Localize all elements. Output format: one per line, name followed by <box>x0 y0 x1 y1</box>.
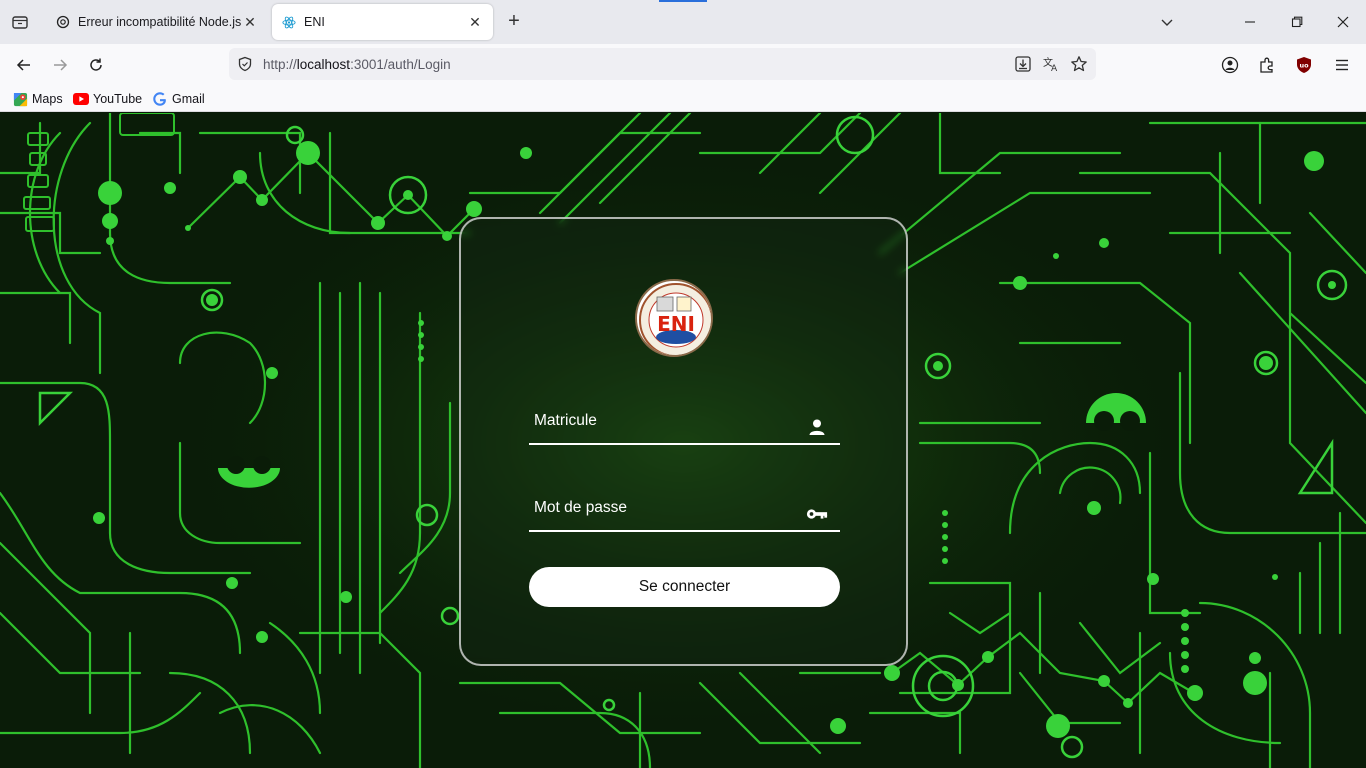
bookmark-label: YouTube <box>93 92 143 106</box>
extensions-button[interactable] <box>1255 53 1279 77</box>
bookmark-gmail[interactable]: Gmail <box>152 90 205 108</box>
react-icon <box>282 15 296 29</box>
login-page: ENI Se connecter <box>0 113 1366 768</box>
back-button[interactable] <box>11 52 37 78</box>
address-bar[interactable]: http://localhost:3001/auth/Login 文A <box>229 48 1096 80</box>
tab-title: Erreur incompatibilité Node.js <box>78 15 242 29</box>
arrow-right-icon <box>54 59 68 71</box>
svg-text:A: A <box>1051 64 1058 73</box>
close-icon <box>1337 16 1349 28</box>
url-scheme: http:// <box>263 57 297 72</box>
navigation-toolbar: http://localhost:3001/auth/Login 文A uo <box>0 44 1366 86</box>
restore-icon <box>1291 16 1303 28</box>
bookmark-star-icon[interactable] <box>1069 54 1089 74</box>
chatgpt-icon <box>56 15 70 29</box>
arrow-left-icon <box>16 59 30 71</box>
se-connecter-button[interactable]: Se connecter <box>529 567 840 607</box>
reload-button[interactable] <box>83 52 109 78</box>
key-icon <box>806 504 828 524</box>
ublock-origin-icon: uo <box>1297 57 1311 73</box>
minimize-icon <box>1245 21 1255 23</box>
logo-text: ENI <box>657 312 695 336</box>
tab-title: ENI <box>304 15 325 29</box>
tab-eni[interactable]: ENI ✕ <box>272 4 493 40</box>
bookmark-youtube[interactable]: YouTube <box>73 90 142 108</box>
account-button[interactable] <box>1218 53 1242 77</box>
url-text[interactable]: http://localhost:3001/auth/Login <box>263 57 451 72</box>
hamburger-menu-icon <box>1336 59 1348 71</box>
tab-erreur-node[interactable]: Erreur incompatibilité Node.js ✕ <box>46 4 268 40</box>
account-icon <box>1221 56 1239 74</box>
login-card: ENI Se connecter <box>459 217 908 666</box>
tab-strip-marker <box>659 0 707 2</box>
eni-logo: ENI <box>635 279 713 357</box>
download-page-icon[interactable] <box>1013 54 1033 74</box>
forward-button[interactable] <box>47 52 73 78</box>
password-input[interactable] <box>529 486 799 530</box>
bookmarks-toolbar: Maps YouTube Gmail <box>0 86 1366 112</box>
youtube-icon <box>73 91 89 107</box>
shield-icon[interactable] <box>235 54 255 74</box>
google-maps-icon <box>12 91 28 107</box>
user-icon <box>806 417 828 437</box>
chevron-down-icon <box>1161 19 1173 26</box>
bookmark-maps[interactable]: Maps <box>12 90 63 108</box>
close-window-button[interactable] <box>1331 10 1355 34</box>
new-tab-button[interactable]: + <box>504 11 524 32</box>
restore-button[interactable] <box>1285 10 1309 34</box>
tab-close-button[interactable]: ✕ <box>242 14 258 30</box>
url-path: :3001/auth/Login <box>350 57 451 72</box>
password-field <box>529 486 840 532</box>
bookmark-label: Maps <box>32 92 63 106</box>
matricule-field <box>529 399 840 445</box>
list-all-tabs-button[interactable] <box>1155 10 1179 34</box>
app-menu-button[interactable] <box>1330 53 1354 77</box>
tab-close-button[interactable]: ✕ <box>467 14 483 30</box>
svg-text:uo: uo <box>1299 62 1309 70</box>
url-host: localhost <box>296 57 351 72</box>
tab-list-icon <box>12 16 28 29</box>
puzzle-icon <box>1260 57 1273 73</box>
ublock-origin-button[interactable]: uo <box>1292 53 1316 77</box>
minimize-button[interactable] <box>1238 10 1262 34</box>
reload-icon <box>90 58 102 71</box>
translate-icon[interactable]: 文A <box>1041 54 1061 74</box>
matricule-input[interactable] <box>529 399 799 443</box>
tab-list-button[interactable] <box>8 10 32 34</box>
google-icon <box>152 91 168 107</box>
tab-bar: Erreur incompatibilité Node.js ✕ ENI ✕ + <box>0 0 1366 44</box>
bookmark-label: Gmail <box>172 92 205 106</box>
